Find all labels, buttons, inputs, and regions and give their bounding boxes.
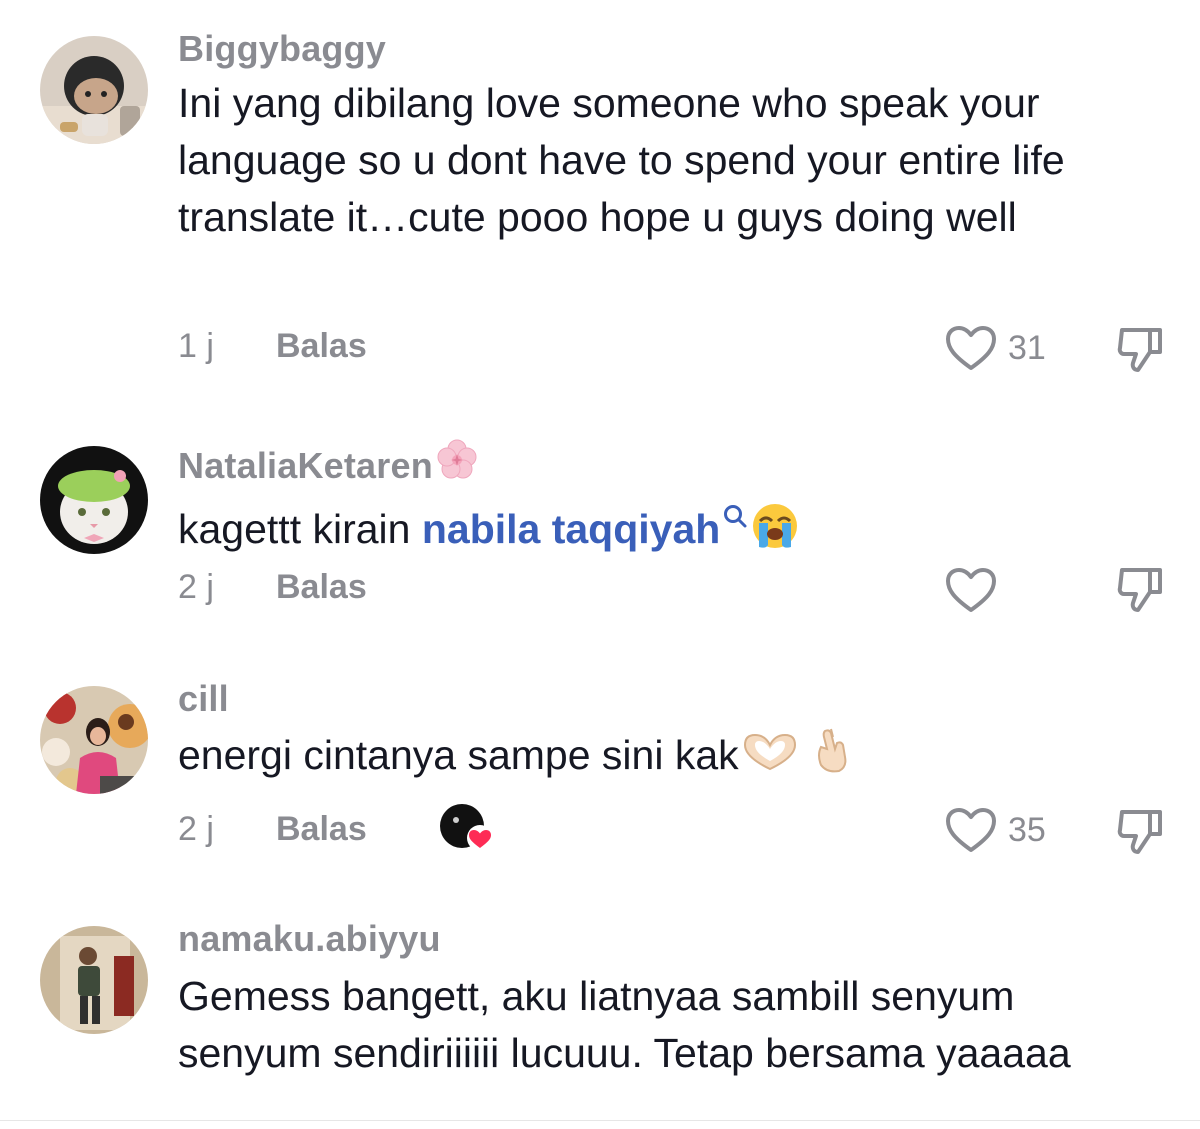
cat-with-hat-avatar [40,446,148,554]
avatar[interactable] [40,36,148,144]
reply-button[interactable]: Balas [276,327,367,366]
timestamp: 2 j [178,568,214,606]
search-icon[interactable] [722,487,748,544]
comment-text: Gemess bangett, aku liatnyaa sambill sen… [178,973,1071,1076]
heart-icon [946,326,996,370]
dislike-button[interactable] [1114,322,1170,383]
comment-item: cill energi cintanya sampe sini kak 2 j … [0,650,1200,900]
comment-text: kagettt kirain nabila taqqiyah [178,487,1168,566]
timestamp: 2 j [178,810,214,848]
username-text: NataliaKetaren [178,445,433,486]
like-count: 35 [1008,810,1046,849]
comment-item: NataliaKetaren kagettt kirain nabila taq… [0,400,1200,650]
finger-heart-emoji [811,727,851,790]
comment-item: Biggybaggy Ini yang dibilang love someon… [0,0,1200,400]
comment-text: Ini yang dibilang love someone who speak… [178,80,1065,240]
heart-hands-emoji [741,729,799,786]
username[interactable]: Biggybaggy [178,28,386,70]
dislike-button[interactable] [1114,804,1170,865]
reply-button[interactable]: Balas [276,568,367,607]
comment-text-plain: kagettt kirain [178,506,422,552]
like-button[interactable]: 35 [944,806,1046,854]
reply-button[interactable]: Balas [276,810,367,849]
loudly-crying-face-emoji [750,501,800,566]
avatar[interactable] [40,926,148,1034]
thumbs-down-icon [1117,810,1162,854]
cherry-blossom-emoji [435,438,479,491]
toy-figure-avatar [40,36,148,144]
mention-link[interactable]: nabila taqqiyah [422,506,720,552]
person-mirror-avatar [40,926,148,1034]
comment-text-plain: energi cintanya sampe sini kak [178,732,739,778]
thumbs-down-icon [1117,328,1162,372]
like-count: 31 [1008,328,1046,367]
thumbs-down-icon [1117,568,1162,612]
creator-avatar-with-heart-icon [440,804,493,851]
avatar[interactable] [40,446,148,554]
comment-item: namaku.abiyyu Gemess bangett, aku liatny… [0,900,1200,1128]
username[interactable]: NataliaKetaren [178,438,479,491]
username[interactable]: namaku.abiyyu [178,918,441,960]
creator-liked-badge [438,802,498,859]
comment-text: energi cintanya sampe sini kak [178,727,1168,790]
avatar[interactable] [40,686,148,794]
username[interactable]: cill [178,678,229,720]
like-button[interactable]: 31 [944,324,1046,372]
heart-icon [946,808,996,852]
dislike-button[interactable] [1114,562,1170,623]
heart-icon [946,568,996,612]
like-button[interactable] [944,566,1008,614]
woman-flowers-avatar [40,686,148,794]
timestamp: 1 j [178,327,214,365]
